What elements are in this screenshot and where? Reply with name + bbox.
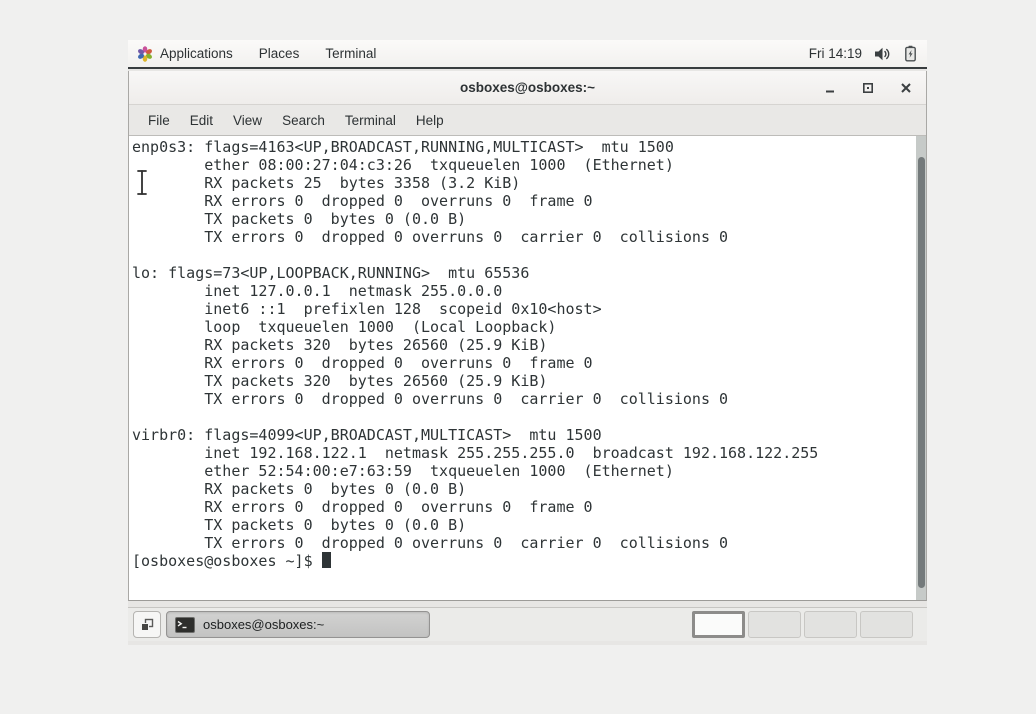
clock[interactable]: Fri 14:19 xyxy=(809,46,862,61)
terminal-app-menu[interactable]: Terminal xyxy=(312,40,389,67)
terminal-app-icon xyxy=(175,616,195,633)
menu-terminal[interactable]: Terminal xyxy=(335,109,406,132)
scrollbar-thumb[interactable] xyxy=(917,157,925,588)
menu-edit[interactable]: Edit xyxy=(180,109,223,132)
window-controls xyxy=(822,71,914,104)
menu-search[interactable]: Search xyxy=(272,109,335,132)
terminal-app-menu-label: Terminal xyxy=(325,46,377,61)
task-button-label: osboxes@osboxes:~ xyxy=(203,617,325,632)
volume-icon[interactable] xyxy=(874,46,892,62)
top-panel: Applications Places Terminal Fri 14:19 xyxy=(128,40,927,69)
terminal-cursor xyxy=(321,552,331,568)
show-desktop-icon xyxy=(141,618,154,631)
menu-view[interactable]: View xyxy=(223,109,272,132)
show-desktop-button[interactable] xyxy=(133,611,161,638)
terminal-window: osboxes@osboxes:~ File Edit View Search … xyxy=(128,71,927,601)
battery-icon[interactable] xyxy=(904,45,917,62)
applications-menu[interactable]: Applications xyxy=(128,40,246,67)
prompt-text: [osboxes@osboxes ~]$ xyxy=(132,552,322,570)
maximize-button[interactable] xyxy=(860,80,876,96)
menubar: File Edit View Search Terminal Help xyxy=(129,105,926,136)
minimize-icon xyxy=(826,90,834,92)
places-menu-label: Places xyxy=(258,46,300,61)
task-button[interactable]: osboxes@osboxes:~ xyxy=(166,611,430,638)
taskbar: osboxes@osboxes:~ xyxy=(128,607,927,641)
workspace-1[interactable] xyxy=(692,611,745,638)
menu-help[interactable]: Help xyxy=(406,109,454,132)
workspace-4[interactable] xyxy=(860,611,913,638)
workspace-switcher xyxy=(692,610,913,639)
terminal-output[interactable]: enp0s3: flags=4163<UP,BROADCAST,RUNNING,… xyxy=(129,136,926,600)
applications-icon xyxy=(138,45,152,62)
window-title: osboxes@osboxes:~ xyxy=(459,80,596,95)
top-panel-menus: Applications Places Terminal xyxy=(128,40,389,67)
terminal-text: enp0s3: flags=4163<UP,BROADCAST,RUNNING,… xyxy=(129,136,926,570)
workspace-3[interactable] xyxy=(804,611,857,638)
shell-prompt: [osboxes@osboxes ~]$ xyxy=(132,552,926,570)
titlebar[interactable]: osboxes@osboxes:~ xyxy=(129,71,926,105)
workspace-2[interactable] xyxy=(748,611,801,638)
ifconfig-output: enp0s3: flags=4163<UP,BROADCAST,RUNNING,… xyxy=(132,138,819,552)
desktop: Applications Places Terminal Fri 14:19 o… xyxy=(128,40,927,645)
top-panel-status: Fri 14:19 xyxy=(809,40,927,67)
maximize-icon xyxy=(862,82,873,93)
applications-menu-label: Applications xyxy=(160,46,233,61)
minimize-button[interactable] xyxy=(822,80,838,96)
menu-file[interactable]: File xyxy=(138,109,180,132)
close-button[interactable] xyxy=(898,80,914,96)
scrollbar[interactable] xyxy=(916,136,926,600)
close-icon xyxy=(901,82,911,93)
places-menu[interactable]: Places xyxy=(246,40,313,67)
